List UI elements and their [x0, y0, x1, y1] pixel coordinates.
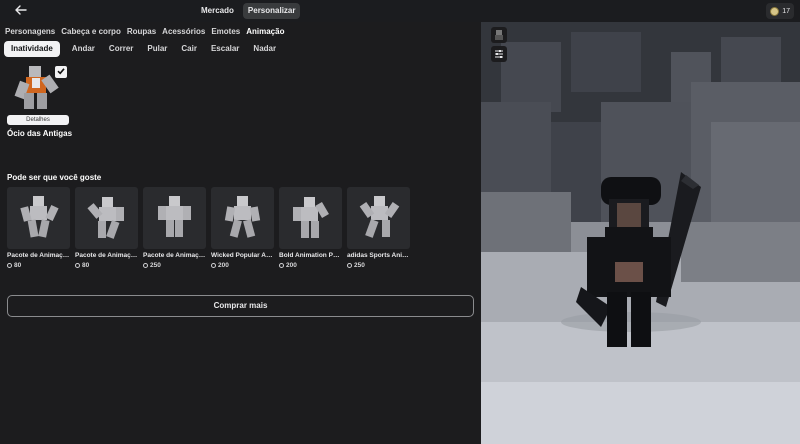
avatar-editor-panel: Personagens Cabeça e corpo Roupas Acessó… — [0, 22, 481, 444]
recommendation-item[interactable]: adidas Sports Anim... 250 — [347, 187, 410, 269]
avatar-icon — [495, 30, 503, 40]
item-price: 80 — [7, 262, 70, 269]
item-price: 250 — [143, 262, 206, 269]
item-thumbnail — [143, 187, 206, 249]
category-emotes[interactable]: Emotes — [211, 27, 240, 36]
item-price: 200 — [279, 262, 342, 269]
recommendation-item[interactable]: Pacote de Animação... 250 — [143, 187, 206, 269]
robux-count: 17 — [782, 7, 790, 15]
recommendations-heading: Pode ser que você goste — [7, 173, 102, 182]
category-tabs: Personagens Cabeça e corpo Roupas Acessó… — [5, 27, 284, 36]
subcategory-tabs: Inatividade Andar Correr Pular Cair Esca… — [4, 41, 283, 57]
item-name: Wicked Popular Ani... — [211, 252, 274, 259]
recommendation-item[interactable]: Pacote de Animação... 80 — [7, 187, 70, 269]
equipped-checkbox[interactable] — [55, 66, 67, 78]
item-price: 200 — [211, 262, 274, 269]
details-button[interactable]: Detalhes — [7, 115, 69, 125]
category-personagens[interactable]: Personagens — [5, 27, 55, 36]
subtab-pular[interactable]: Pular — [140, 41, 174, 57]
item-price: 80 — [75, 262, 138, 269]
price-value: 250 — [150, 262, 161, 269]
item-name: Pacote de Animação... — [7, 252, 70, 259]
category-cabeca-e-corpo[interactable]: Cabeça e corpo — [61, 27, 121, 36]
robux-icon — [347, 263, 352, 268]
recommendation-item[interactable]: Bold Animation Pac... 200 — [279, 187, 342, 269]
sliders-icon — [495, 50, 503, 58]
check-icon — [57, 68, 65, 75]
item-name: Pacote de Animação... — [75, 252, 138, 259]
avatar-preview-viewport[interactable] — [481, 22, 800, 444]
subtab-cair[interactable]: Cair — [174, 41, 204, 57]
subtab-escalar[interactable]: Escalar — [204, 41, 246, 57]
price-value: 200 — [218, 262, 229, 269]
category-roupas[interactable]: Roupas — [127, 27, 156, 36]
subtab-andar[interactable]: Andar — [65, 41, 102, 57]
category-acessorios[interactable]: Acessórios — [162, 27, 205, 36]
robux-icon — [211, 263, 216, 268]
arrow-left-icon — [15, 5, 27, 15]
settings-button[interactable] — [491, 46, 507, 62]
recommendation-item[interactable]: Wicked Popular Ani... 200 — [211, 187, 274, 269]
buy-more-button[interactable]: Comprar mais — [7, 295, 474, 317]
price-value: 250 — [354, 262, 365, 269]
item-name: Bold Animation Pac... — [279, 252, 342, 259]
recommendations-grid: Pacote de Animação... 80 Pacote de Anima… — [7, 187, 410, 269]
item-thumbnail — [7, 187, 70, 249]
owned-item-name: Ócio das Antigas — [7, 129, 73, 138]
item-thumbnail — [211, 187, 274, 249]
tab-mercado[interactable]: Mercado — [196, 3, 239, 19]
subtab-inatividade[interactable]: Inatividade — [4, 41, 60, 57]
tab-personalizar[interactable]: Personalizar — [242, 3, 301, 19]
category-animacao[interactable]: Animação — [246, 27, 284, 36]
price-value: 80 — [82, 262, 90, 269]
item-thumbnail — [75, 187, 138, 249]
owned-item-card[interactable]: Detalhes — [7, 62, 69, 125]
price-value: 80 — [14, 262, 22, 269]
robux-balance[interactable]: 17 — [766, 3, 794, 19]
item-price: 250 — [347, 262, 410, 269]
subtab-correr[interactable]: Correr — [102, 41, 140, 57]
robux-icon — [143, 263, 148, 268]
robux-icon — [279, 263, 284, 268]
top-bar: Mercado Personalizar 17 — [0, 0, 800, 22]
item-thumbnail — [279, 187, 342, 249]
robux-icon — [75, 263, 80, 268]
robux-icon — [770, 6, 780, 16]
recommendation-item[interactable]: Pacote de Animação... 80 — [75, 187, 138, 269]
robux-icon — [7, 263, 12, 268]
avatar-thumbnail-button[interactable] — [491, 27, 507, 43]
subtab-nadar[interactable]: Nadar — [246, 41, 283, 57]
back-button[interactable] — [14, 3, 32, 19]
item-thumbnail — [347, 187, 410, 249]
avatar-character — [576, 172, 701, 347]
top-tabs: Mercado Personalizar — [196, 3, 301, 19]
item-name: Pacote de Animação... — [143, 252, 206, 259]
item-name: adidas Sports Anim... — [347, 252, 410, 259]
price-value: 200 — [286, 262, 297, 269]
